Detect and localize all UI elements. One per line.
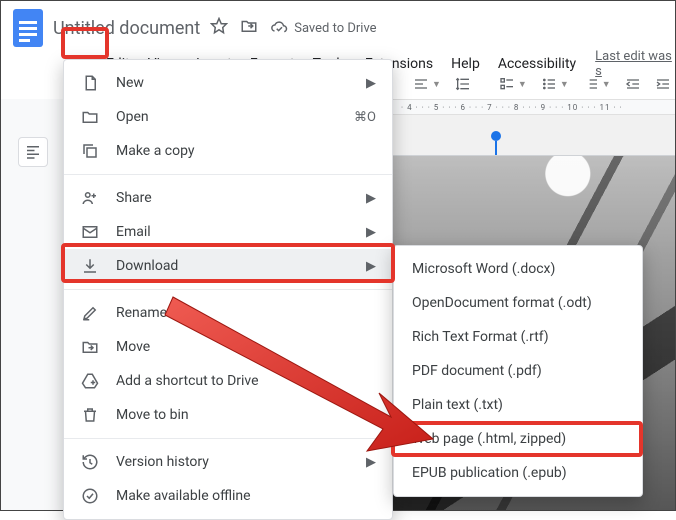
menu-item-make-copy[interactable]: Make a copy (64, 134, 392, 168)
chevron-right-icon: ▶ (352, 259, 376, 274)
decrease-indent-button[interactable] (625, 76, 641, 92)
menu-item-share[interactable]: Share ▶ (64, 181, 392, 215)
menu-label: Open (116, 109, 336, 125)
menu-item-email[interactable]: Email ▶ (64, 215, 392, 249)
menu-label: Version history (116, 454, 336, 470)
outline-button[interactable] (18, 137, 48, 167)
menu-label: New (116, 75, 336, 91)
download-submenu: Microsoft Word (.docx) OpenDocument form… (393, 245, 643, 497)
email-icon (80, 223, 100, 241)
file-menu: New ▶ Open ⌘O Make a copy Share ▶ Email … (63, 59, 393, 520)
download-html[interactable]: Web page (.html, zipped) (394, 422, 642, 456)
menu-label: Move (116, 339, 376, 355)
checklist-button[interactable]: ▼ (499, 76, 527, 92)
chevron-right-icon: ▶ (352, 191, 376, 206)
drive-shortcut-icon (80, 372, 100, 390)
menu-item-version-history[interactable]: Version history ▶ (64, 445, 392, 479)
toolbar: ▼ ▼ ▼ ▼ (393, 69, 675, 99)
history-icon (80, 453, 100, 471)
chevron-right-icon: ▶ (352, 455, 376, 470)
menu-label: Download (116, 258, 336, 274)
shortcut-label: ⌘O (352, 110, 376, 125)
menu-label: Rename (116, 305, 376, 321)
download-rtf[interactable]: Rich Text Format (.rtf) (394, 320, 642, 354)
menu-item-move-bin[interactable]: Move to bin (64, 398, 392, 432)
docs-logo-icon[interactable] (13, 9, 43, 47)
chevron-right-icon: ▶ (352, 76, 376, 91)
move-folder-icon[interactable] (240, 17, 258, 39)
increase-indent-button[interactable] (655, 76, 671, 92)
share-icon (80, 189, 100, 207)
align-button[interactable]: ▼ (413, 76, 441, 92)
move-icon (80, 338, 100, 356)
menu-item-rename[interactable]: Rename (64, 296, 392, 330)
copy-icon (80, 142, 100, 160)
rename-icon (80, 304, 100, 322)
menu-item-download[interactable]: Download ▶ (64, 249, 392, 283)
numbered-list-button[interactable]: ▼ (583, 76, 611, 92)
menu-label: Make available offline (116, 488, 376, 504)
download-docx[interactable]: Microsoft Word (.docx) (394, 252, 642, 286)
saved-to-drive[interactable]: Saved to Drive (270, 19, 376, 37)
menu-item-offline[interactable]: Make available offline (64, 479, 392, 513)
ruler: · 4 · · · 5 · · · 6 · · · 7 · · · 8 · · … (393, 99, 675, 115)
line-spacing-button[interactable] (455, 76, 471, 92)
menu-label: Email (116, 224, 336, 240)
selection-handle-icon[interactable] (491, 131, 501, 141)
chevron-right-icon: ▶ (352, 225, 376, 240)
download-pdf[interactable]: PDF document (.pdf) (394, 354, 642, 388)
menu-item-new[interactable]: New ▶ (64, 66, 392, 100)
saved-label: Saved to Drive (294, 21, 376, 36)
download-icon (80, 257, 100, 275)
menu-item-add-shortcut[interactable]: Add a shortcut to Drive (64, 364, 392, 398)
document-title[interactable]: Untitled document (53, 18, 200, 39)
menu-item-move[interactable]: Move (64, 330, 392, 364)
offline-icon (80, 487, 100, 505)
file-plus-icon (80, 74, 100, 92)
menu-label: Make a copy (116, 143, 376, 159)
menu-label: Share (116, 190, 336, 206)
menu-item-open[interactable]: Open ⌘O (64, 100, 392, 134)
download-odt[interactable]: OpenDocument format (.odt) (394, 286, 642, 320)
bulleted-list-button[interactable]: ▼ (541, 76, 569, 92)
folder-icon (80, 108, 100, 126)
trash-icon (80, 406, 100, 424)
menu-label: Move to bin (116, 407, 376, 423)
menu-label: Add a shortcut to Drive (116, 373, 376, 389)
download-epub[interactable]: EPUB publication (.epub) (394, 456, 642, 490)
star-icon[interactable] (210, 17, 228, 39)
download-txt[interactable]: Plain text (.txt) (394, 388, 642, 422)
